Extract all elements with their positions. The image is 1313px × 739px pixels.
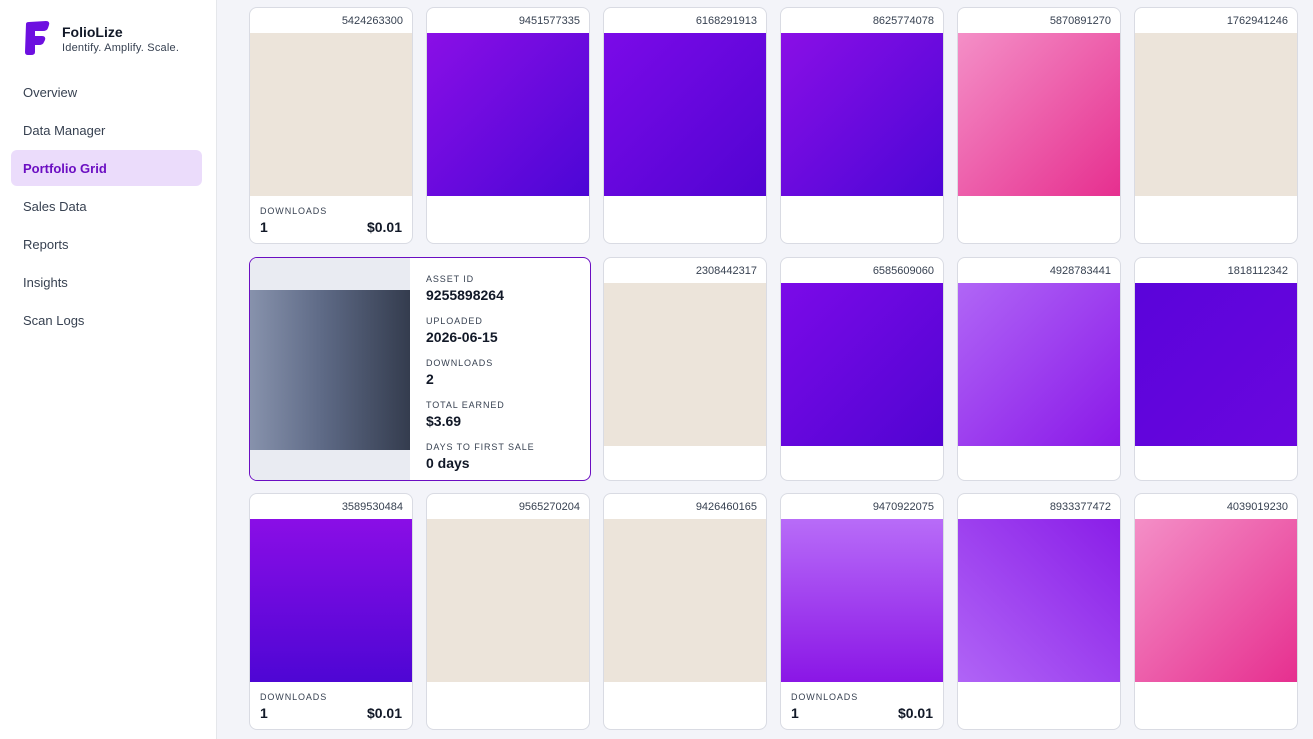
asset-card[interactable]: 9451577335 bbox=[426, 7, 590, 244]
uploaded-label: UPLOADED bbox=[426, 316, 483, 326]
asset-id: 4039019230 bbox=[1226, 501, 1288, 513]
asset-card[interactable]: 4928783441 bbox=[957, 257, 1121, 481]
asset-card[interactable]: 6585609060 bbox=[780, 257, 944, 481]
asset-card[interactable]: 6168291913 bbox=[603, 7, 767, 244]
uploaded-value: 2026-06-15 bbox=[426, 329, 498, 345]
asset-stats: DOWNLOADS 1 $0.01 bbox=[250, 196, 412, 243]
downloads-value: 2 bbox=[426, 371, 434, 387]
downloads-label: DOWNLOADS bbox=[260, 206, 328, 216]
sidebar-item-portfolio-grid[interactable]: Portfolio Grid bbox=[11, 150, 202, 186]
app-tagline: Identify. Amplify. Scale. bbox=[62, 42, 180, 54]
asset-card[interactable]: 1762941246 bbox=[1134, 7, 1298, 244]
asset-id-value: 9255898264 bbox=[426, 287, 504, 303]
asset-id: 4928783441 bbox=[1049, 265, 1111, 277]
downloads-count: 1 bbox=[791, 705, 799, 721]
asset-id: 9451577335 bbox=[518, 15, 580, 27]
asset-thumbnail bbox=[427, 33, 589, 196]
sidebar: FolioLize Identify. Amplify. Scale. Over… bbox=[0, 0, 217, 739]
asset-thumbnail bbox=[958, 283, 1120, 446]
asset-thumbnail bbox=[781, 283, 943, 446]
asset-thumbnail bbox=[427, 519, 589, 682]
asset-card[interactable]: 9426460165 bbox=[603, 493, 767, 730]
asset-details: ASSET ID 9255898264 UPLOADED 2026-06-15 … bbox=[426, 274, 535, 480]
asset-id: 5870891270 bbox=[1049, 15, 1111, 27]
asset-card[interactable]: 8933377472 bbox=[957, 493, 1121, 730]
earned-amount: $0.01 bbox=[897, 705, 933, 721]
asset-preview-image bbox=[250, 290, 410, 450]
asset-card[interactable]: 5870891270 bbox=[957, 7, 1121, 244]
downloads-count: 1 bbox=[260, 705, 268, 721]
brand[interactable]: FolioLize Identify. Amplify. Scale. bbox=[22, 20, 179, 56]
sidebar-item-sales-data[interactable]: Sales Data bbox=[11, 188, 202, 224]
folio-f-logo-icon bbox=[25, 21, 50, 55]
asset-card[interactable]: 2308442317 bbox=[603, 257, 767, 481]
asset-thumbnail bbox=[1135, 519, 1297, 682]
sidebar-item-reports[interactable]: Reports bbox=[11, 226, 202, 262]
total-earned-label: TOTAL EARNED bbox=[426, 400, 505, 410]
sidebar-item-insights[interactable]: Insights bbox=[11, 264, 202, 300]
asset-thumbnail bbox=[604, 519, 766, 682]
asset-thumbnail bbox=[958, 33, 1120, 196]
portfolio-grid: 5424263300 DOWNLOADS 1 $0.01 9451577335 … bbox=[217, 0, 1313, 739]
asset-id-label: ASSET ID bbox=[426, 274, 475, 284]
asset-id: 9470922075 bbox=[872, 501, 934, 513]
asset-thumbnail bbox=[604, 33, 766, 196]
asset-card[interactable]: 8625774078 bbox=[780, 7, 944, 244]
downloads-label: DOWNLOADS bbox=[426, 358, 494, 368]
asset-card[interactable]: 9565270204 bbox=[426, 493, 590, 730]
sidebar-item-overview[interactable]: Overview bbox=[11, 74, 202, 110]
asset-id: 6585609060 bbox=[872, 265, 934, 277]
asset-thumbnail bbox=[250, 33, 412, 196]
app-name: FolioLize bbox=[62, 24, 123, 40]
asset-stats: DOWNLOADS 1 $0.01 bbox=[781, 682, 943, 729]
asset-thumbnail bbox=[604, 283, 766, 446]
asset-card[interactable]: 4039019230 bbox=[1134, 493, 1298, 730]
downloads-count: 1 bbox=[260, 219, 268, 235]
asset-detail-card[interactable]: ASSET ID 9255898264 UPLOADED 2026-06-15 … bbox=[249, 257, 591, 481]
asset-id: 1818112342 bbox=[1227, 265, 1288, 277]
downloads-label: DOWNLOADS bbox=[791, 692, 859, 702]
days-to-first-sale-value: 0 days bbox=[426, 455, 470, 471]
asset-id: 6168291913 bbox=[695, 15, 757, 27]
asset-id: 3589530484 bbox=[341, 501, 403, 513]
earned-amount: $0.01 bbox=[366, 219, 402, 235]
asset-id: 5424263300 bbox=[341, 15, 403, 27]
asset-card[interactable]: 1818112342 bbox=[1134, 257, 1298, 481]
asset-card[interactable]: 9470922075 DOWNLOADS 1 $0.01 bbox=[780, 493, 944, 730]
asset-id: 8625774078 bbox=[872, 15, 934, 27]
earned-amount: $0.01 bbox=[366, 705, 402, 721]
sidebar-item-data-manager[interactable]: Data Manager bbox=[11, 112, 202, 148]
asset-id: 9565270204 bbox=[518, 501, 580, 513]
asset-thumbnail bbox=[1135, 33, 1297, 196]
asset-thumbnail bbox=[781, 519, 943, 682]
total-earned-value: $3.69 bbox=[426, 413, 462, 429]
days-to-first-sale-label: DAYS TO FIRST SALE bbox=[426, 442, 535, 452]
asset-thumbnail bbox=[958, 519, 1120, 682]
asset-id: 8933377472 bbox=[1049, 501, 1111, 513]
asset-card[interactable]: 3589530484 DOWNLOADS 1 $0.01 bbox=[249, 493, 413, 730]
asset-card[interactable]: 5424263300 DOWNLOADS 1 $0.01 bbox=[249, 7, 413, 244]
asset-stats: DOWNLOADS 1 $0.01 bbox=[250, 682, 412, 729]
asset-id: 9426460165 bbox=[695, 501, 757, 513]
asset-id: 2308442317 bbox=[695, 265, 757, 277]
asset-thumbnail bbox=[1135, 283, 1297, 446]
sidebar-nav: Overview Data Manager Portfolio Grid Sal… bbox=[11, 74, 202, 340]
sidebar-item-scan-logs[interactable]: Scan Logs bbox=[11, 302, 202, 338]
downloads-label: DOWNLOADS bbox=[260, 692, 328, 702]
asset-thumbnail bbox=[781, 33, 943, 196]
asset-thumbnail bbox=[250, 519, 412, 682]
asset-id: 1762941246 bbox=[1226, 15, 1288, 27]
